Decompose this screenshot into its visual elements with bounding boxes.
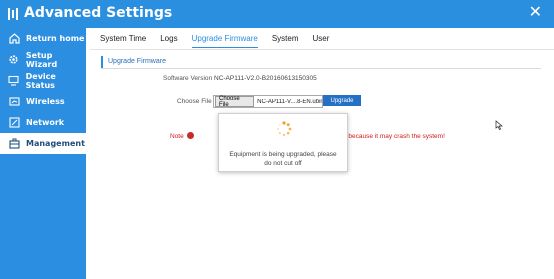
sidebar-item-label: Wireless (26, 97, 65, 106)
software-version-value: NC-AP111-V2.0-B20160613150305 (214, 75, 317, 82)
network-icon (8, 117, 20, 129)
monitor-icon (8, 75, 20, 87)
sidebar: Return home Setup Wizard Device Status W… (0, 28, 86, 279)
selected-file-name: NC-AP111-V....8-EN.ubin (257, 98, 322, 105)
home-icon (8, 33, 20, 45)
sidebar-item-setup-wizard[interactable]: Setup Wizard (0, 49, 86, 70)
sidebar-item-label: Device Status (25, 71, 56, 90)
tab-upgrade-firmware[interactable]: Upgrade Firmware (191, 34, 258, 48)
tab-system-time[interactable]: System Time (100, 34, 146, 48)
software-version-label: Software Version (163, 75, 213, 82)
mouse-cursor-icon (495, 120, 503, 130)
upgrade-button[interactable]: Upgrade (323, 95, 361, 106)
sidebar-item-label: Management (26, 139, 85, 148)
title-bar: Advanced Settings ✕ (0, 0, 554, 28)
sidebar-item-label: Network (26, 118, 65, 127)
sidebar-item-device-status[interactable]: Device Status (0, 70, 86, 91)
sidebar-item-label: Setup Wizard (25, 50, 58, 69)
sidebar-item-return-home[interactable]: Return home (0, 28, 86, 49)
note-text: d because it may crash the system! (343, 133, 445, 140)
tab-divider (90, 49, 554, 50)
tab-logs[interactable]: Logs (160, 34, 177, 48)
choose-file-label: Choose File (177, 98, 212, 105)
note-label: Note (170, 133, 184, 140)
loading-spinner-icon (277, 121, 292, 137)
file-input[interactable]: Choose File NC-AP111-V....8-EN.ubin (213, 95, 323, 108)
section-divider (101, 68, 541, 69)
sidebar-item-wireless[interactable]: Wireless (0, 91, 86, 112)
gear-icon (8, 54, 20, 66)
tab-bar: System Time Logs Upgrade Firmware System… (100, 34, 343, 48)
close-icon[interactable]: ✕ (529, 4, 542, 22)
warning-dot-icon (187, 132, 194, 139)
sidebar-item-network[interactable]: Network (0, 112, 86, 133)
settings-logo-icon (8, 6, 22, 22)
tab-user[interactable]: User (313, 34, 330, 48)
wifi-icon (8, 96, 20, 108)
tab-system[interactable]: System (272, 34, 299, 48)
sidebar-item-label: Return home (26, 34, 85, 43)
window-title: Advanced Settings (24, 5, 173, 21)
choose-file-button[interactable]: Choose File (215, 96, 255, 108)
sidebar-item-management[interactable]: Management (0, 133, 86, 154)
section-title: Upgrade Firmware (101, 56, 166, 68)
upgrade-progress-modal: Equipment is being upgraded, please do n… (218, 113, 348, 172)
modal-message: Equipment is being upgraded, please do n… (229, 151, 337, 167)
toolbox-icon (8, 138, 20, 150)
